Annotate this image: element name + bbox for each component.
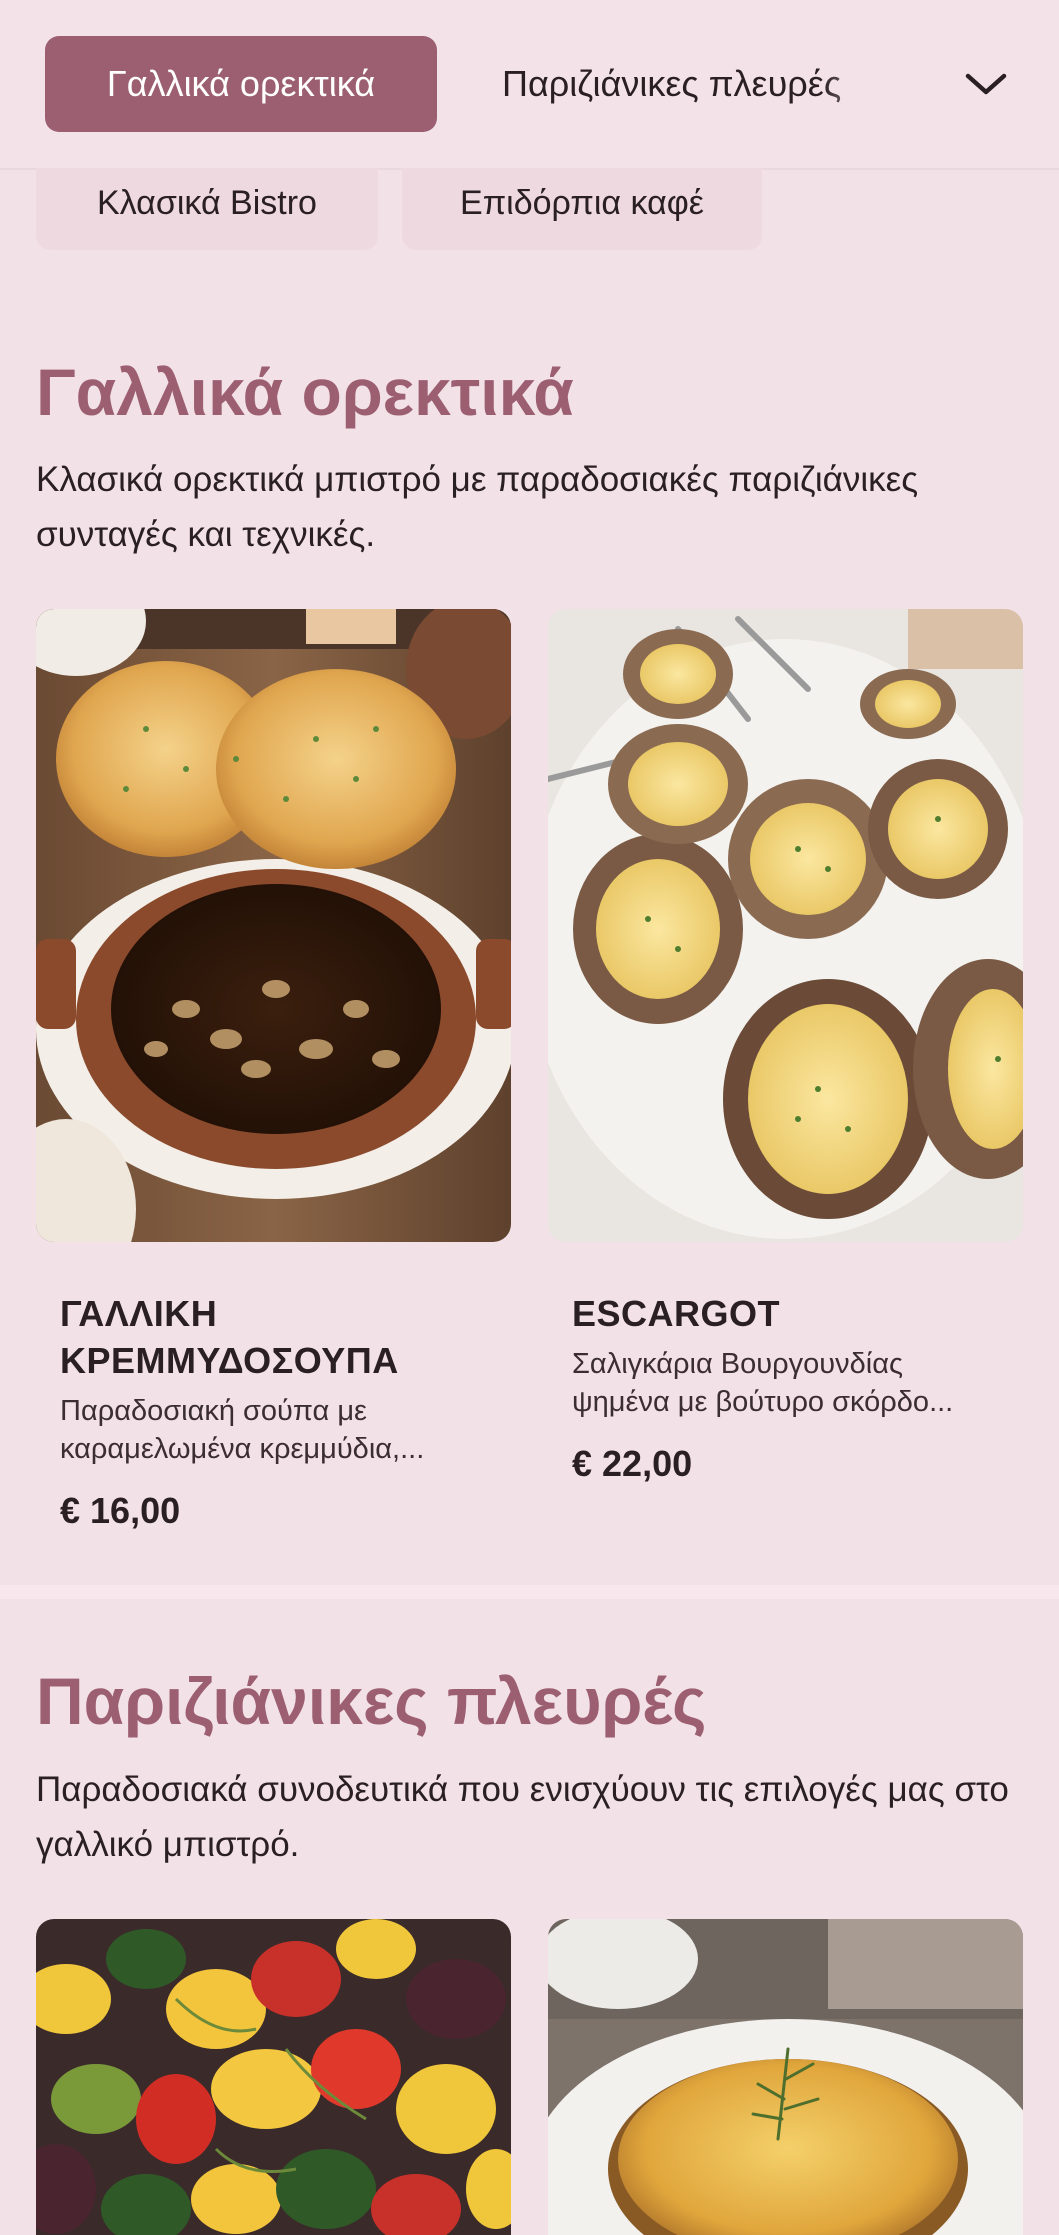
dish-card[interactable]: ESCARGOT Σαλιγκάρια Βουργουνδίας ψημένα … (572, 1290, 992, 1485)
section-divider (0, 1585, 1059, 1599)
gratin-image[interactable] (548, 1919, 1023, 2235)
section-title: Παριζιάνικες πλευρές (36, 1664, 707, 1738)
category-tab-bar: Γαλλικά ορεκτικά Παριζιάνικες πλευρές (0, 0, 1059, 170)
chevron-down-icon[interactable] (962, 60, 1010, 108)
dish-card[interactable]: ΓΑΛΛΙΚΗ ΚΡΕΜΜΥΔΟΣΟΥΠΑ Παραδοσιακή σούπα … (60, 1290, 480, 1532)
dish-name: ΓΑΛΛΙΚΗ ΚΡΕΜΜΥΔΟΣΟΥΠΑ (60, 1293, 399, 1381)
dish-description: Παραδοσιακή σούπα με καραμελωμένα κρεμμύ… (60, 1395, 425, 1465)
tab-french-appetizers[interactable]: Γαλλικά ορεκτικά (45, 36, 437, 132)
ratatouille-image[interactable] (36, 1919, 511, 2235)
tab-coffee-desserts[interactable]: Επιδόρπια καφέ (402, 168, 762, 250)
tab-classic-bistro[interactable]: Κλασικά Bistro (36, 168, 378, 250)
dish-name: ESCARGOT (572, 1293, 781, 1334)
onion-soup-image[interactable] (36, 609, 511, 1242)
dish-price: € 22,00 (572, 1443, 693, 1484)
dish-price: € 16,00 (60, 1490, 181, 1531)
escargot-image[interactable] (548, 609, 1023, 1242)
section-title: Γαλλικά ορεκτικά (36, 355, 574, 429)
section-description: Παραδοσιακά συνοδευτικά που ενισχύουν τι… (36, 1770, 1009, 1864)
dish-description: Σαλιγκάρια Βουργουνδίας ψημένα με βούτυρ… (572, 1348, 954, 1418)
tab-parisian-sides[interactable]: Παριζιάνικες πλευρές (502, 36, 902, 132)
section-description: Κλασικά ορεκτικά μπιστρό με παραδοσιακές… (36, 460, 919, 554)
